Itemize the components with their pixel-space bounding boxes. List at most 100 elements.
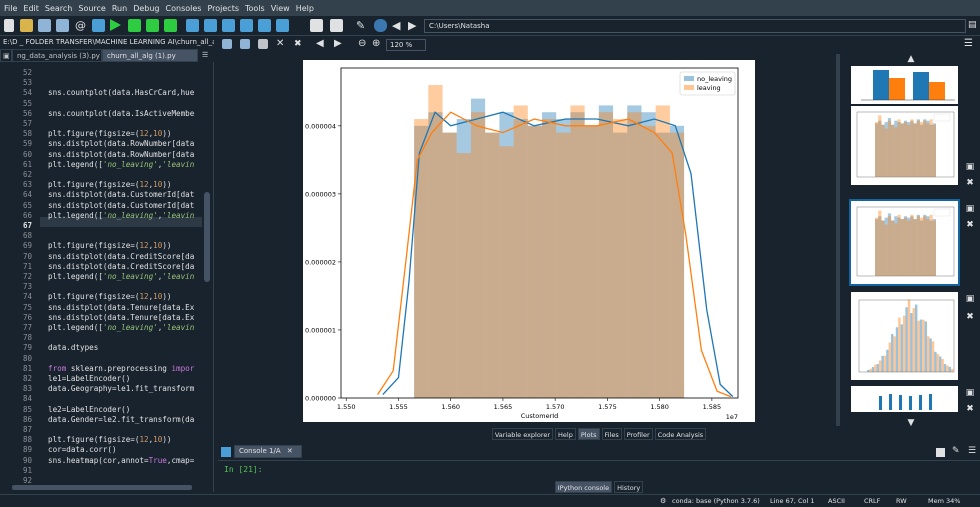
- close-thumb-icon[interactable]: ✖: [965, 178, 975, 188]
- tab-ipython-console[interactable]: IPython console: [554, 481, 613, 493]
- tab-browse-icon[interactable]: ▣: [0, 49, 12, 62]
- code-line[interactable]: plt.legend(['no_leaving','leavin: [48, 160, 198, 169]
- close-thumb-icon[interactable]: ✖: [965, 404, 975, 414]
- menu-item[interactable]: Source: [78, 4, 105, 13]
- save-all-plots-icon[interactable]: [240, 39, 250, 49]
- menu-item[interactable]: Run: [112, 4, 127, 13]
- code-line[interactable]: plt.legend(['no_leaving','leavin: [48, 323, 198, 332]
- next-plot-icon[interactable]: ▶: [334, 39, 347, 52]
- scrollbar-thumb[interactable]: [12, 485, 192, 490]
- code-editor[interactable]: 52 53 54 55 56 57 58 59 60 61 62 63 64 65 66 67 68 69 70 71…: [0, 62, 214, 492]
- continue-icon[interactable]: [258, 19, 271, 32]
- code-line[interactable]: plt.legend(['no_leaving','leavin: [48, 272, 198, 281]
- code-line[interactable]: from sklearn.preprocessing impor: [48, 364, 198, 373]
- save-thumb-icon[interactable]: ▣: [965, 388, 975, 398]
- code-line[interactable]: sns.distplot(data.CustomerId[dat: [48, 190, 198, 199]
- at-icon[interactable]: @: [75, 19, 88, 32]
- close-thumb-icon[interactable]: ✖: [965, 220, 975, 230]
- console-output[interactable]: In [21]:: [218, 460, 980, 482]
- menu-item[interactable]: Edit: [23, 4, 39, 13]
- stop-debug-icon[interactable]: [276, 19, 289, 32]
- plot-scrollbar[interactable]: [836, 54, 840, 426]
- code-line[interactable]: sns.countplot(data.IsActiveMembe: [48, 109, 198, 118]
- thumbnail-3[interactable]: [849, 199, 960, 286]
- scroll-down-icon[interactable]: ▼: [906, 418, 916, 428]
- save-all-icon[interactable]: [56, 19, 69, 32]
- browse-folder-icon[interactable]: ▤: [968, 19, 980, 32]
- tab-help[interactable]: Help: [555, 428, 576, 440]
- tab-variable-explorer[interactable]: Variable explorer: [491, 428, 554, 440]
- editor-vertical-scrollbar[interactable]: [203, 62, 211, 492]
- tab-code-analysis[interactable]: Code Analysis: [654, 428, 707, 440]
- menu-item[interactable]: Tools: [245, 4, 265, 13]
- zoom-level-field[interactable]: 120 %: [386, 39, 426, 51]
- code-line[interactable]: plt.figure(figsize=(12,10)): [48, 292, 198, 301]
- menu-item[interactable]: Projects: [207, 4, 239, 13]
- zoom-out-icon[interactable]: ⊖: [358, 39, 371, 52]
- menu-item[interactable]: Help: [296, 4, 314, 13]
- debug-icon[interactable]: [186, 19, 199, 32]
- thumbnail-5[interactable]: [849, 384, 960, 414]
- code-line[interactable]: sns.distplot(data.Tenure[data.Ex: [48, 303, 198, 312]
- code-line[interactable]: sns.countplot(data.HasCrCard,hue: [48, 88, 198, 97]
- tabs-menu-icon[interactable]: ☰: [198, 49, 213, 62]
- code-line[interactable]: le1=LabelEncoder(): [48, 374, 198, 383]
- menu-item[interactable]: File: [4, 4, 17, 13]
- code-line[interactable]: sns.heatmap(cor,annot=True,cmap=: [48, 456, 198, 465]
- menu-item[interactable]: Debug: [133, 4, 159, 13]
- menu-item[interactable]: Consoles: [166, 4, 202, 13]
- copy-plot-icon[interactable]: [258, 39, 268, 49]
- remove-all-plots-icon[interactable]: ✖: [294, 39, 307, 52]
- step-icon[interactable]: [204, 19, 217, 32]
- tab-plots[interactable]: Plots: [577, 428, 600, 440]
- code-line[interactable]: le2=LabelEncoder(): [48, 405, 198, 414]
- step-into-icon[interactable]: [222, 19, 235, 32]
- code-line[interactable]: data.Gender=le2.fit_transform(da: [48, 415, 198, 424]
- code-line[interactable]: data.Geography=le1.fit_transform: [48, 384, 198, 393]
- maximize-pane-icon[interactable]: [310, 19, 323, 32]
- options-menu-icon[interactable]: ☰: [964, 39, 977, 52]
- edit-icon[interactable]: ✎: [952, 446, 960, 456]
- code-line[interactable]: sns.distplot(data.RowNumber[data: [48, 150, 198, 159]
- run-selection-icon[interactable]: [164, 19, 177, 32]
- run-cell-icon[interactable]: [128, 19, 141, 32]
- options-menu-icon[interactable]: ☰: [968, 446, 976, 456]
- python-path-icon[interactable]: [374, 19, 387, 32]
- code-line[interactable]: sns.distplot(data.Tenure[data.Ex: [48, 313, 198, 322]
- menu-item[interactable]: Search: [45, 4, 72, 13]
- files-icon[interactable]: [92, 19, 105, 32]
- working-directory-field[interactable]: C:\Users\Natasha: [424, 19, 966, 33]
- code-line[interactable]: sns.distplot(data.CreditScore[da: [48, 252, 198, 261]
- remove-plot-icon[interactable]: ✕: [276, 39, 289, 52]
- step-return-icon[interactable]: [240, 19, 253, 32]
- editor-tab[interactable]: ng_data_analysis (3).py: [12, 49, 102, 62]
- save-thumb-icon[interactable]: ▣: [965, 294, 975, 304]
- new-file-icon[interactable]: [4, 19, 14, 32]
- preferences-icon[interactable]: ✎: [356, 19, 369, 32]
- code-line[interactable]: data.dtypes: [48, 343, 198, 352]
- close-thumb-icon[interactable]: ✖: [965, 312, 975, 322]
- back-icon[interactable]: ◀: [392, 19, 405, 32]
- thumbnail-2[interactable]: [849, 104, 960, 187]
- code-line[interactable]: sns.distplot(data.CreditScore[da: [48, 262, 198, 271]
- scrollbar-thumb[interactable]: [204, 192, 210, 282]
- tab-history[interactable]: History: [614, 481, 644, 493]
- code-line[interactable]: plt.figure(figsize=(12,10)): [48, 129, 198, 138]
- editor-horizontal-scrollbar[interactable]: [0, 484, 210, 492]
- forward-icon[interactable]: ▶: [408, 19, 421, 32]
- scroll-up-icon[interactable]: ▲: [906, 54, 916, 64]
- previous-plot-icon[interactable]: ◀: [316, 39, 329, 52]
- code-line[interactable]: plt.figure(figsize=(12,10)): [48, 435, 198, 444]
- open-folder-icon[interactable]: [20, 19, 33, 32]
- zoom-in-icon[interactable]: ⊕: [372, 39, 385, 52]
- editor-tab[interactable]: churn_all_alg (1).py: [102, 49, 198, 62]
- code-line[interactable]: sns.distplot(data.RowNumber[data: [48, 139, 198, 148]
- tab-profiler[interactable]: Profiler: [623, 428, 653, 440]
- save-thumb-icon[interactable]: ▣: [965, 162, 975, 172]
- run-icon[interactable]: [110, 19, 121, 31]
- code-line[interactable]: plt.figure(figsize=(12,10)): [48, 180, 198, 189]
- close-icon[interactable]: ✕: [287, 447, 293, 455]
- code-line[interactable]: plt.legend(['no_leaving','leavin: [48, 211, 198, 220]
- run-cell-advance-icon[interactable]: [146, 19, 159, 32]
- code-line[interactable]: cor=data.corr(): [48, 445, 198, 454]
